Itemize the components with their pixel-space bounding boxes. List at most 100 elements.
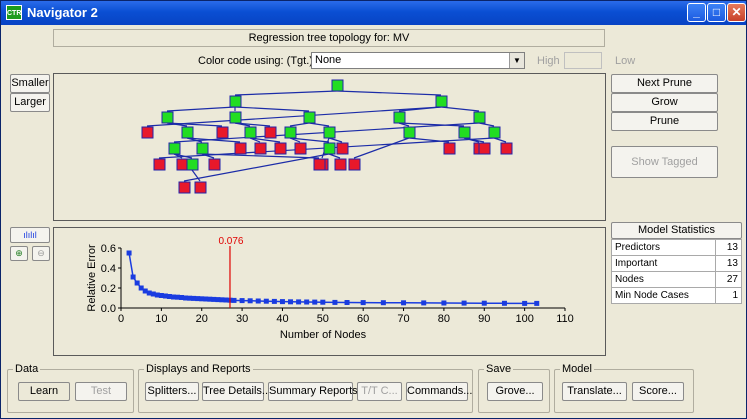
- internal-node[interactable]: [323, 126, 336, 139]
- internal-node[interactable]: [393, 111, 406, 124]
- relative-error-chart[interactable]: 0 10 20 30 40 50 60 70 80 90 100 110 0.0 0.2 0.4 0.6 Num…: [54, 228, 605, 355]
- test-button[interactable]: Test: [75, 382, 127, 401]
- zoom-out-icon[interactable]: ⊖: [32, 246, 50, 261]
- close-button[interactable]: ✕: [727, 3, 746, 22]
- data-point[interactable]: [239, 298, 245, 304]
- data-point[interactable]: [534, 300, 540, 306]
- terminal-node[interactable]: [208, 158, 221, 171]
- histogram-icon[interactable]: ılılıl: [10, 227, 50, 243]
- app-icon: CTR: [6, 5, 22, 20]
- tree-panel: [53, 73, 606, 221]
- internal-node[interactable]: [473, 111, 486, 124]
- smaller-button[interactable]: Smaller: [10, 74, 50, 93]
- data-point[interactable]: [271, 298, 277, 304]
- internal-node[interactable]: [229, 111, 242, 124]
- internal-node[interactable]: [161, 111, 174, 124]
- terminal-node[interactable]: [334, 158, 347, 171]
- stats-row: Predictors 13: [611, 239, 742, 256]
- next-prune-button[interactable]: Next Prune: [611, 74, 718, 93]
- terminal-node[interactable]: [336, 142, 349, 155]
- terminal-node[interactable]: [141, 126, 154, 139]
- learn-button[interactable]: Learn: [18, 382, 70, 401]
- minimize-button[interactable]: _: [687, 3, 706, 22]
- terminal-node[interactable]: [254, 142, 267, 155]
- data-point[interactable]: [461, 300, 467, 306]
- internal-node[interactable]: [403, 126, 416, 139]
- terminal-node[interactable]: [264, 126, 277, 139]
- title-bar[interactable]: CTR Navigator 2 _ □ ✕: [1, 1, 746, 25]
- data-point[interactable]: [522, 300, 528, 306]
- data-point[interactable]: [332, 299, 338, 305]
- terminal-node[interactable]: [153, 158, 166, 171]
- stats-label: Nodes: [611, 271, 716, 288]
- score-button[interactable]: Score...: [632, 382, 684, 401]
- translate-button[interactable]: Translate...: [562, 382, 627, 401]
- internal-node[interactable]: [331, 79, 344, 92]
- data-point[interactable]: [501, 300, 507, 306]
- show-tagged-button[interactable]: Show Tagged: [611, 146, 718, 178]
- internal-node[interactable]: [458, 126, 471, 139]
- prune-button[interactable]: Prune: [611, 112, 718, 131]
- terminal-node[interactable]: [478, 142, 491, 155]
- data-point[interactable]: [421, 300, 427, 306]
- data-point[interactable]: [344, 300, 350, 305]
- data-point[interactable]: [481, 300, 487, 306]
- data-point[interactable]: [255, 298, 261, 304]
- data-point[interactable]: [380, 300, 386, 306]
- internal-node[interactable]: [229, 95, 242, 108]
- internal-node[interactable]: [435, 95, 448, 108]
- terminal-node[interactable]: [294, 142, 307, 155]
- tc-button[interactable]: T/T C...: [357, 382, 402, 401]
- data-point[interactable]: [360, 300, 366, 306]
- commands-button[interactable]: Commands...: [406, 382, 472, 401]
- terminal-node[interactable]: [313, 158, 326, 171]
- terminal-node[interactable]: [178, 181, 191, 194]
- internal-node[interactable]: [168, 142, 181, 155]
- terminal-node[interactable]: [348, 158, 361, 171]
- data-point[interactable]: [312, 299, 318, 305]
- data-point[interactable]: [263, 298, 269, 304]
- maximize-button[interactable]: □: [707, 3, 726, 22]
- internal-node[interactable]: [303, 111, 316, 124]
- terminal-node[interactable]: [443, 142, 456, 155]
- summary-reports-button[interactable]: Summary Reports...: [268, 382, 367, 401]
- grow-button[interactable]: Grow: [611, 93, 718, 112]
- terminal-node[interactable]: [176, 158, 189, 171]
- chevron-down-icon[interactable]: ▼: [509, 53, 524, 68]
- internal-node[interactable]: [244, 126, 257, 139]
- internal-node[interactable]: [323, 142, 336, 155]
- data-point[interactable]: [401, 300, 407, 306]
- internal-node[interactable]: [186, 158, 199, 171]
- terminal-node[interactable]: [234, 142, 247, 155]
- model-statistics-button[interactable]: Model Statistics: [611, 222, 742, 239]
- data-point[interactable]: [247, 298, 253, 304]
- data-point[interactable]: [130, 274, 136, 280]
- internal-node[interactable]: [488, 126, 501, 139]
- x-tick-label: 50: [317, 313, 329, 325]
- internal-node[interactable]: [196, 142, 209, 155]
- terminal-node[interactable]: [194, 181, 207, 194]
- data-point[interactable]: [304, 299, 310, 305]
- terminal-node[interactable]: [500, 142, 513, 155]
- data-point[interactable]: [320, 299, 326, 305]
- data-point[interactable]: [126, 250, 132, 256]
- grove-button[interactable]: Grove...: [487, 382, 543, 401]
- data-point[interactable]: [231, 297, 237, 303]
- internal-node[interactable]: [284, 126, 297, 139]
- stats-value: 1: [715, 287, 742, 304]
- data-point[interactable]: [134, 280, 140, 286]
- color-code-select[interactable]: None ▼: [311, 52, 525, 69]
- terminal-node[interactable]: [274, 142, 287, 155]
- larger-button[interactable]: Larger: [10, 93, 50, 112]
- splitters-button[interactable]: Splitters...: [145, 382, 199, 401]
- zoom-in-icon[interactable]: ⊕: [10, 246, 28, 261]
- data-point[interactable]: [441, 300, 447, 306]
- terminal-node[interactable]: [216, 126, 229, 139]
- internal-node[interactable]: [181, 126, 194, 139]
- data-point[interactable]: [288, 299, 294, 305]
- y-axis-label: Relative Error: [86, 244, 98, 312]
- tree-details-button[interactable]: Tree Details...: [202, 382, 271, 401]
- data-point[interactable]: [296, 299, 302, 305]
- data-point[interactable]: [279, 299, 285, 305]
- y-tick-label: 0.0: [101, 303, 116, 315]
